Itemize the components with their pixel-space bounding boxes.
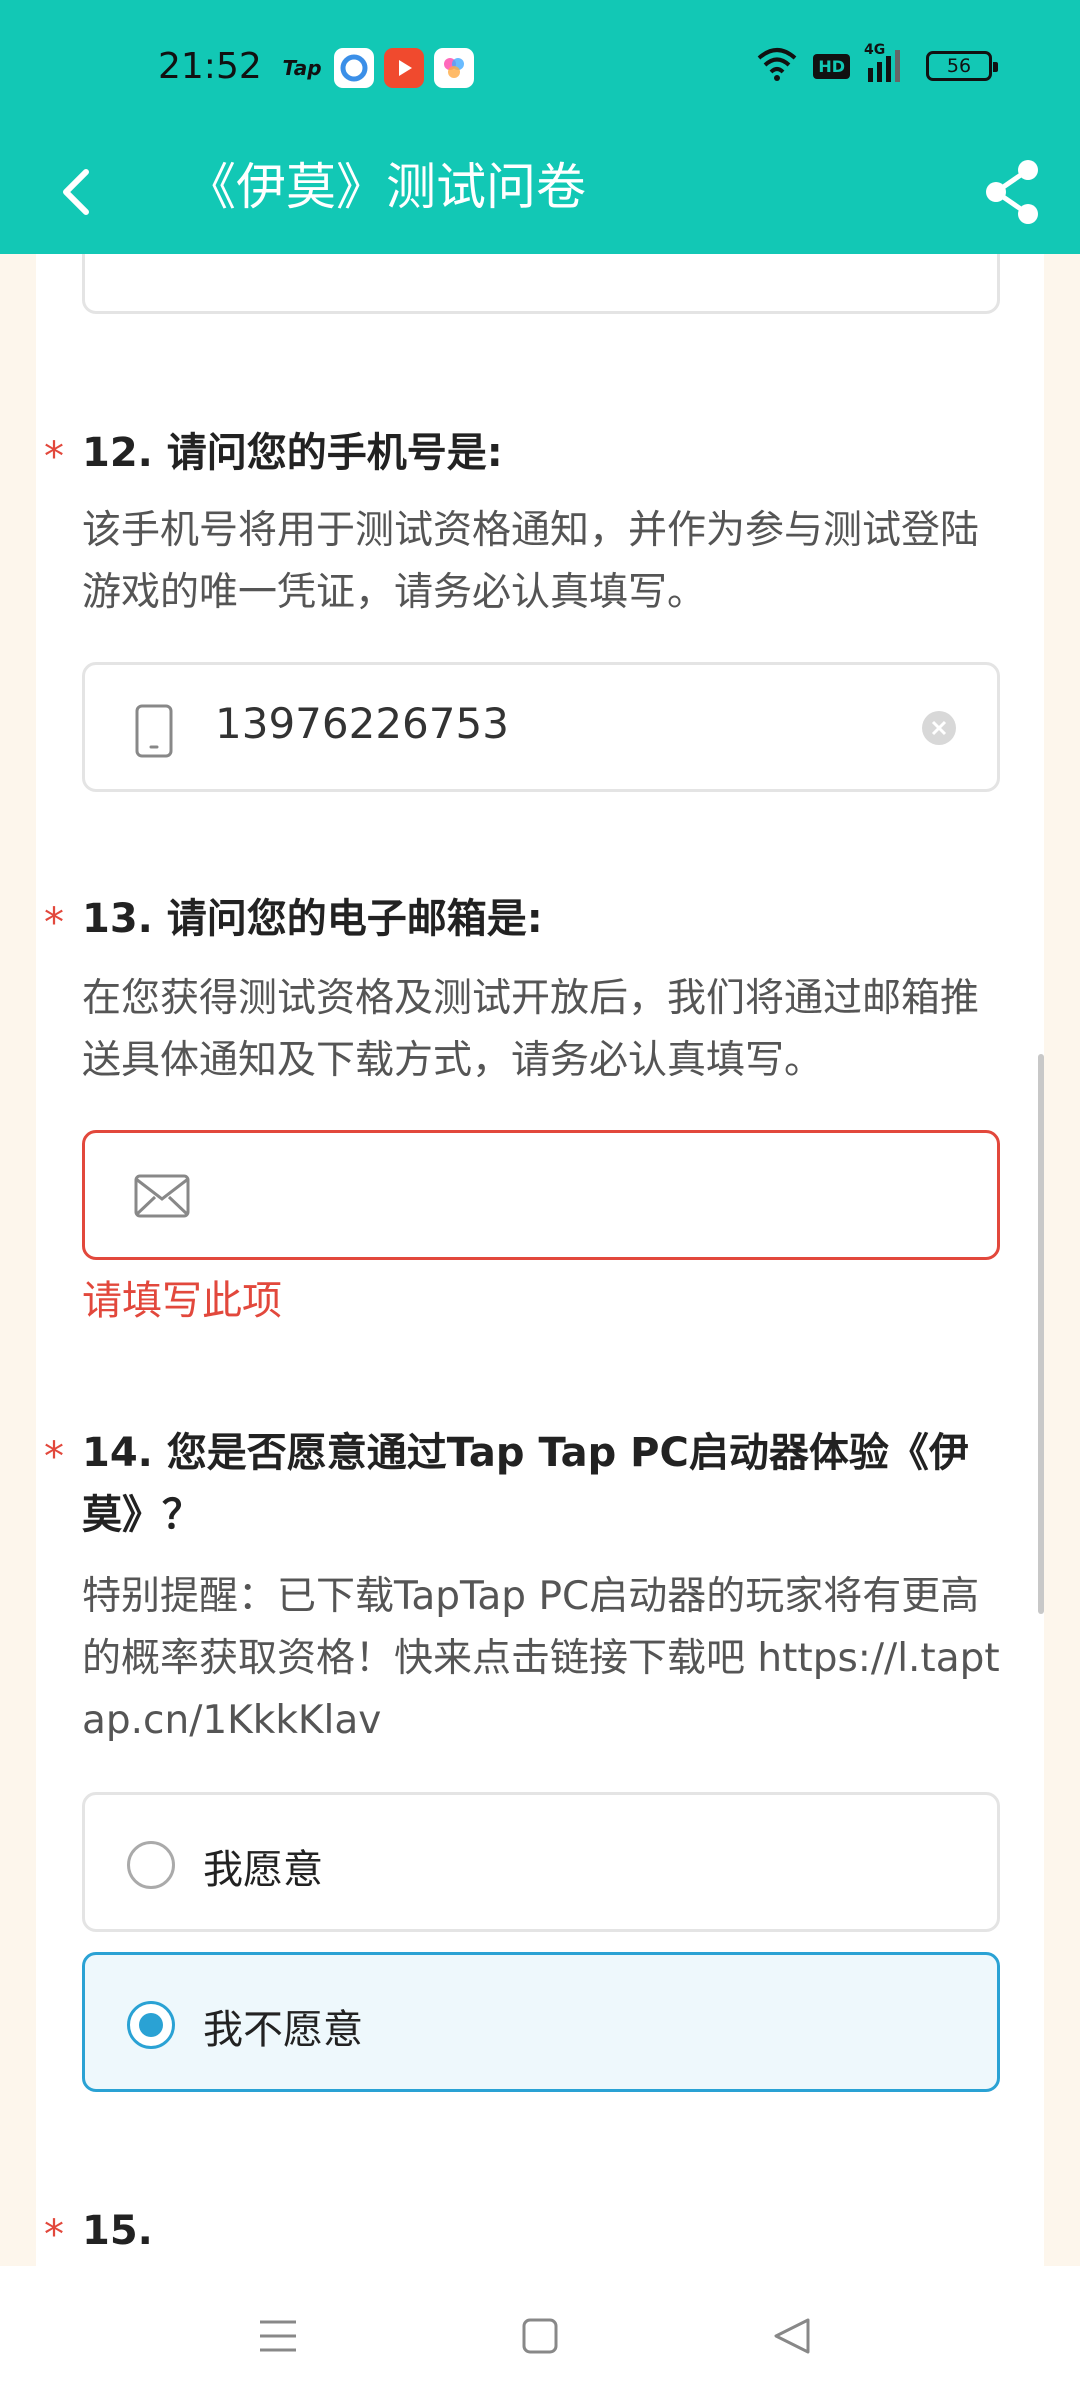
triangle-back-icon — [774, 2318, 810, 2354]
scrollbar[interactable] — [1038, 1054, 1044, 1614]
system-nav-bar — [0, 2266, 1080, 2400]
battery-indicator: 56 — [926, 51, 998, 81]
required-marker: * — [44, 434, 64, 480]
option-label: 我不愿意 — [203, 2007, 363, 2053]
clear-icon — [922, 711, 956, 745]
chevron-left-icon — [63, 169, 89, 215]
question-14-title: * 14. 您是否愿意通过Tap Tap PC启动器体验《伊莫》？ — [44, 1422, 1002, 1546]
wifi-icon — [755, 46, 799, 86]
signal-icon: 4G — [864, 42, 912, 84]
notification-icons: Tap — [280, 48, 474, 88]
option-label: 我愿意 — [203, 1847, 323, 1893]
home-square-icon — [522, 2318, 558, 2354]
share-button[interactable] — [976, 150, 1048, 230]
browser-app-icon — [334, 48, 374, 88]
survey-content[interactable]: * 12. 请问您的手机号是: 该手机号将用于测试资格通知，并作为参与测试登陆游… — [36, 254, 1044, 2266]
back-button[interactable] — [48, 150, 108, 230]
phone-field[interactable]: 13976226753 — [82, 662, 1000, 792]
question-13-title: * 13. 请问您的电子邮箱是: — [44, 888, 1002, 950]
phone-value[interactable]: 13976226753 — [215, 699, 509, 748]
question-15-title: * 15. — [44, 2200, 1002, 2262]
question-12-title: * 12. 请问您的手机号是: — [44, 422, 1002, 484]
radio-unselected[interactable] — [127, 1841, 175, 1889]
gallery-app-icon — [434, 48, 474, 88]
status-time: 21:52 — [158, 46, 262, 87]
menu-icon — [260, 2320, 296, 2352]
email-field[interactable] — [82, 1130, 1000, 1260]
phone-icon — [135, 704, 173, 758]
home-button[interactable] — [512, 2308, 568, 2364]
share-icon — [986, 160, 1038, 224]
status-bar: 21:52 Tap HD 4G 56 — [0, 0, 1080, 140]
radio-selected[interactable] — [127, 2001, 175, 2049]
menu-button[interactable] — [250, 2308, 306, 2364]
email-error-message: 请填写此项 — [82, 1278, 282, 1324]
required-marker: * — [44, 2212, 64, 2258]
page-title: 《伊莫》测试问卷 — [186, 158, 586, 216]
hd-badge: HD — [813, 53, 850, 79]
top-bar: 21:52 Tap HD 4G 56 《伊莫》测试问卷 — [0, 0, 1080, 254]
option-willing[interactable]: 我愿意 — [82, 1792, 1000, 1932]
option-not-willing[interactable]: 我不愿意 — [82, 1952, 1000, 2092]
required-marker: * — [44, 1434, 64, 1480]
taptap-app-icon: Tap — [282, 56, 322, 80]
question-13-description: 在您获得测试资格及测试开放后，我们将通过邮箱推送具体通知及下载方式，请务必认真填… — [82, 976, 980, 1083]
video-app-icon — [384, 48, 424, 88]
back-nav-button[interactable] — [764, 2308, 820, 2364]
app-header: 《伊莫》测试问卷 — [0, 140, 1080, 254]
system-status: HD 4G 56 — [755, 42, 998, 86]
question-14-description: 特别提醒：已下载TapTap PC启动器的玩家将有更高的概率获取资格！快来点击链… — [82, 1574, 1000, 1743]
question-12-description: 该手机号将用于测试资格通知，并作为参与测试登陆游戏的唯一凭证，请务必认真填写。 — [82, 508, 980, 615]
email-icon — [134, 1174, 190, 1218]
required-marker: * — [44, 900, 64, 946]
previous-option-card[interactable] — [82, 254, 1000, 314]
